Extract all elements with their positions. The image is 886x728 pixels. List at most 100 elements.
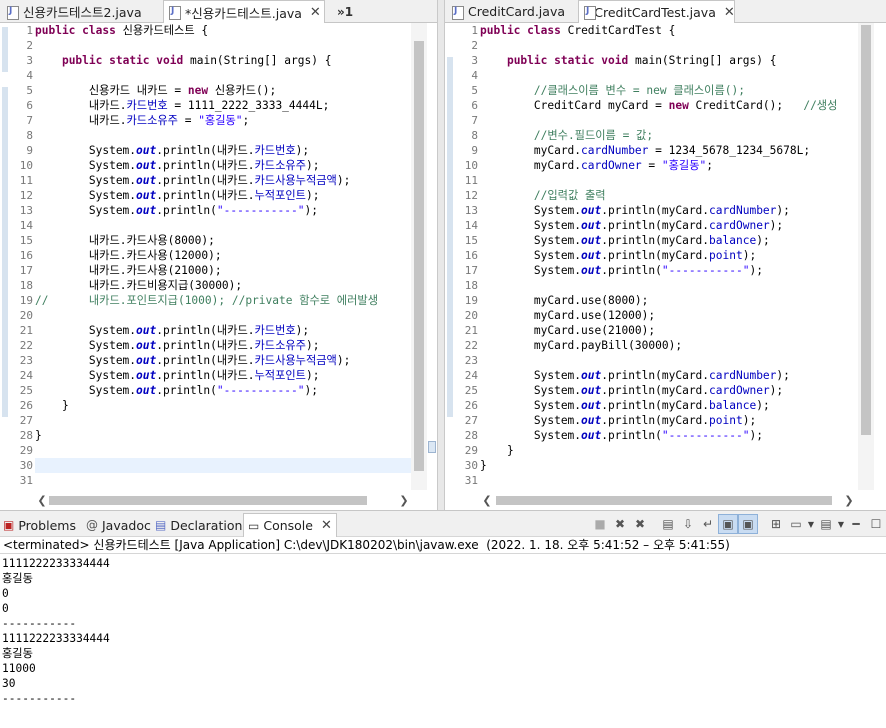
- tab-credit-card-test-java[interactable]: *CreditCardTest.java ✕: [578, 0, 735, 23]
- remove-launch-icon[interactable]: ✖: [610, 514, 630, 534]
- right-vertical-scroll-thumb[interactable]: [861, 25, 871, 435]
- console-status-line: <terminated> 신용카드테스트 [Java Application] …: [0, 537, 886, 554]
- tab-problems[interactable]: ▣ Problems: [3, 513, 76, 537]
- line-number: 29: [19, 444, 33, 457]
- minimize-icon[interactable]: ━: [846, 514, 866, 534]
- line-number: 28: [19, 429, 33, 442]
- code-line: public static void main(String[] args) {: [61, 54, 332, 67]
- overview-mark[interactable]: [428, 441, 436, 453]
- console-output-line: 11000: [2, 662, 36, 675]
- display-console-icon[interactable]: ▭: [786, 514, 806, 534]
- left-horizontal-scrollbar[interactable]: ❮ ❯: [35, 492, 411, 508]
- line-number: 30: [19, 459, 33, 472]
- left-overview-ruler: [427, 23, 437, 490]
- console-icon: ▭: [248, 518, 260, 533]
- close-icon[interactable]: ✕: [321, 518, 332, 533]
- clear-console-icon[interactable]: ▤: [658, 514, 678, 534]
- tab-credit-card-test[interactable]: *신용카드테스트.java ✕: [163, 0, 325, 23]
- close-icon[interactable]: ✕: [310, 5, 321, 20]
- tab-console[interactable]: ▭ Console ✕: [243, 513, 337, 537]
- tab-overflow-button[interactable]: »1: [332, 0, 356, 23]
- code-line: 내카드.카드번호 = 1111_2222_3333_4444L;: [35, 99, 330, 112]
- left-code-area[interactable]: public class 신용카드테스트 { public static voi…: [35, 23, 411, 490]
- line-number: 28: [464, 429, 478, 442]
- code-line: //입력값 출력: [533, 189, 606, 202]
- console-output-line: 30: [2, 677, 16, 690]
- line-number: 9: [26, 144, 33, 157]
- code-line: }: [480, 444, 514, 457]
- line-number: 6: [471, 99, 478, 112]
- tab-javadoc[interactable]: @ Javadoc: [86, 513, 151, 537]
- line-number: 26: [19, 399, 33, 412]
- code-line: System.out.println(내카드.카드소유주);: [35, 159, 320, 172]
- line-number: 16: [19, 249, 33, 262]
- maximize-icon[interactable]: ☐: [866, 514, 886, 534]
- code-line: System.out.println(myCard.cardNumber);: [480, 369, 790, 382]
- line-number: 6: [26, 99, 33, 112]
- code-line: System.out.println(내카드.카드번호);: [35, 144, 310, 157]
- scroll-right-arrow-icon[interactable]: ❯: [842, 494, 856, 507]
- show-on-stdout-icon[interactable]: ▣: [718, 514, 738, 534]
- code-line: //클래스이름 변수 = new 클래스이름();: [533, 84, 745, 97]
- left-horizontal-scroll-thumb[interactable]: [49, 496, 367, 505]
- remove-all-launches-icon[interactable]: ✖: [630, 514, 650, 534]
- word-wrap-icon[interactable]: ↵: [698, 514, 718, 534]
- left-line-numbers: 1 2 3 4 5 6 7 8 9 10 11 12 13 14 15 16 17 18 19 20 21 22 23 24 2…: [13, 23, 35, 490]
- right-horizontal-scroll-thumb[interactable]: [496, 496, 832, 505]
- line-number: 10: [19, 159, 33, 172]
- console-view: ▣ Problems @ Javadoc ▤ Declaration ▭ Con…: [0, 510, 886, 728]
- line-number: 8: [471, 129, 478, 142]
- open-console-icon[interactable]: ▤: [816, 514, 836, 534]
- scroll-right-arrow-icon[interactable]: ❯: [397, 494, 411, 507]
- scroll-left-arrow-icon[interactable]: ❮: [35, 494, 49, 507]
- line-number: 24: [19, 369, 33, 382]
- right-horizontal-scrollbar[interactable]: ❮ ❯: [480, 492, 856, 508]
- line-number: 17: [19, 264, 33, 277]
- code-line: myCard.cardNumber = 1234_5678_1234_5678L…: [480, 144, 811, 157]
- code-line: System.out.println(myCard.cardOwner);: [480, 384, 784, 397]
- line-number: 25: [19, 384, 33, 397]
- line-number: 4: [26, 69, 33, 82]
- scroll-lock-icon[interactable]: ⇩: [678, 514, 698, 534]
- line-number: 31: [464, 474, 478, 487]
- right-vertical-scrollbar[interactable]: [858, 23, 874, 490]
- chevron-down-icon[interactable]: ▼: [806, 520, 816, 529]
- close-icon[interactable]: ✕: [724, 5, 735, 20]
- pin-console-icon[interactable]: ⊞: [766, 514, 786, 534]
- show-on-stderr-icon[interactable]: ▣: [738, 514, 758, 534]
- chevron-down-icon[interactable]: ▼: [836, 520, 846, 529]
- console-output[interactable]: 1111222233334444 홍길동 0 0 ----------- 111…: [2, 556, 886, 728]
- right-code-area[interactable]: public class CreditCardTest { public sta…: [480, 23, 856, 490]
- left-annotation-ruler: [0, 23, 13, 490]
- code-line: }: [35, 429, 42, 442]
- line-number: 29: [464, 444, 478, 457]
- line-number: 7: [26, 114, 33, 127]
- line-number: 14: [464, 219, 478, 232]
- left-vertical-scrollbar[interactable]: [411, 23, 427, 490]
- code-line: System.out.println("-----------");: [35, 384, 318, 397]
- tab-credit-card-test2[interactable]: 신용카드테스트2.java: [2, 0, 162, 23]
- code-line: public static void main(String[] args) {: [506, 54, 777, 67]
- line-number: 23: [464, 354, 478, 367]
- scroll-left-arrow-icon[interactable]: ❮: [480, 494, 494, 507]
- code-line: System.out.println(myCard.cardNumber);: [480, 204, 790, 217]
- line-number: 31: [19, 474, 33, 487]
- line-number: 7: [471, 114, 478, 127]
- at-icon: @: [86, 518, 98, 532]
- left-vertical-scroll-thumb[interactable]: [414, 41, 424, 471]
- terminate-icon[interactable]: ■: [590, 514, 610, 534]
- line-number: 17: [464, 264, 478, 277]
- code-line: public class 신용카드테스트 {: [35, 24, 209, 37]
- tab-declaration[interactable]: ▤ Declaration: [155, 513, 242, 537]
- code-line: System.out.println(myCard.point);: [480, 249, 757, 262]
- tab-overflow-label: »1: [337, 4, 354, 19]
- tab-credit-card[interactable]: CreditCard.java: [447, 0, 577, 23]
